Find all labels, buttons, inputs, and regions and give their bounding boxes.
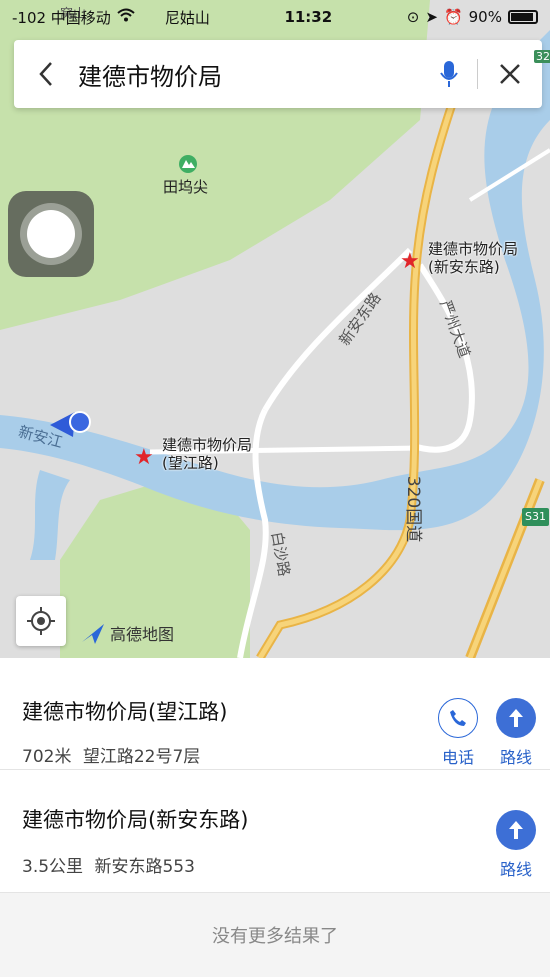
search-bar: 建德市物价局 (14, 40, 542, 108)
chevron-left-icon (39, 62, 52, 86)
result-meta: 702米 望江路22号7层 (22, 742, 200, 767)
svg-text:★: ★ (134, 445, 154, 470)
route-arrow-icon (509, 821, 523, 839)
route-button[interactable]: 路线 (488, 698, 544, 768)
result-meta: 3.5公里 新安东路553 (22, 852, 195, 877)
result-title: 建德市物价局(望江路) (22, 700, 228, 724)
route-label: 路线 (499, 860, 532, 879)
clock: 11:32 (284, 8, 333, 26)
location-hint: 尼姑山 (164, 8, 210, 27)
close-icon (500, 64, 520, 84)
voice-button[interactable] (421, 59, 477, 89)
assistive-touch-button[interactable] (8, 191, 94, 277)
result-address: 新安东路553 (94, 857, 195, 877)
no-more-results: 没有更多结果了 (0, 893, 550, 977)
phone-icon (450, 710, 466, 726)
locate-me-button[interactable] (16, 596, 66, 646)
alarm-icon: ⏰ (443, 8, 463, 26)
battery-percent: 90% (468, 8, 502, 26)
highway-label: 320国道 (403, 475, 424, 543)
poi-name: 建德市物价局 (428, 240, 519, 258)
rotation-lock-icon: ⊙ (406, 8, 420, 26)
battery-icon (507, 10, 538, 24)
route-label: 路线 (499, 748, 532, 767)
search-input[interactable]: 建德市物价局 (78, 57, 421, 92)
back-button[interactable] (14, 40, 78, 108)
result-item[interactable]: 建德市物价局(望江路) 702米 望江路22号7层 电话 路线 (0, 658, 550, 770)
crosshair-icon (27, 607, 55, 635)
map-brand: 高德地图 (80, 620, 174, 646)
result-item[interactable]: 建德市物价局(新安东路) 3.5公里 新安东路553 路线 (0, 770, 550, 893)
carrier-text: -102 中国移动 (12, 8, 111, 27)
call-label: 电话 (441, 748, 474, 767)
location-arrow-icon: ➤ (425, 8, 438, 26)
svg-text:★: ★ (400, 249, 420, 274)
amap-logo-icon (82, 624, 104, 644)
result-distance: 3.5公里 (22, 857, 84, 877)
route-arrow-icon (509, 709, 523, 727)
microphone-icon (440, 61, 458, 87)
peak-label: 田坞尖 (163, 178, 209, 196)
wifi-icon (117, 8, 135, 26)
call-button[interactable]: 电话 (430, 698, 486, 768)
result-distance: 702米 (22, 747, 72, 767)
highway-badge: S31 (522, 508, 549, 526)
result-title: 建德市物价局(新安东路) (22, 808, 249, 832)
poi-sub: (望江路) (162, 454, 219, 472)
close-button[interactable] (478, 63, 542, 85)
status-bar: -102 中国移动 尼姑山 11:32 ⊙ ➤ ⏰ 90% (0, 0, 550, 34)
poi-name: 建德市物价局 (162, 436, 253, 454)
poi-sub: (新安东路) (428, 258, 500, 276)
poi-label[interactable]: 建德市物价局 (望江路) (162, 436, 252, 472)
poi-label[interactable]: 建德市物价局 (新安东路) (428, 240, 518, 276)
highway-badge-top: 32 (534, 50, 550, 63)
brand-text: 高德地图 (110, 625, 175, 644)
result-address: 望江路22号7层 (82, 747, 201, 767)
route-button[interactable]: 路线 (488, 810, 544, 880)
